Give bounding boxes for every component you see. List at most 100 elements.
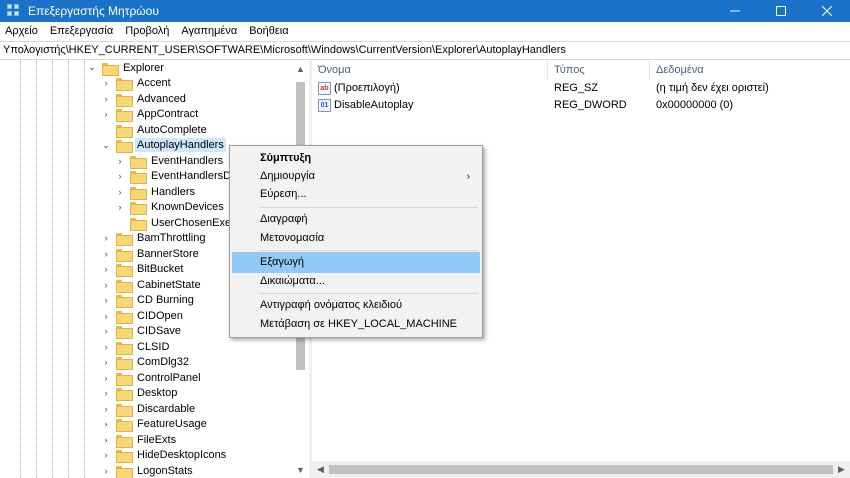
tree-item-bannerstore[interactable]: › BannerStore [101, 246, 201, 262]
menu-help[interactable]: Βοήθεια [243, 22, 294, 41]
tree-item-accent[interactable]: › Accent [101, 76, 173, 92]
chevron-right-icon[interactable]: › [101, 249, 111, 259]
close-button[interactable] [804, 0, 850, 22]
menu-item-label: Εύρεση... [260, 188, 307, 200]
maximize-button[interactable] [758, 0, 804, 22]
tree-item-bamthrottling[interactable]: › BamThrottling [101, 231, 207, 247]
tree-item-featureusage[interactable]: › FeatureUsage [101, 417, 209, 433]
value-row[interactable]: 01 DisableAutoplay REG_DWORD 0x00000000 … [312, 97, 850, 114]
tree-item-appcontract[interactable]: › AppContract [101, 107, 200, 123]
minimize-button[interactable] [712, 0, 758, 22]
window-title: Επεξεργαστής Μητρώου [28, 4, 159, 18]
chevron-down-icon[interactable]: ⌄ [87, 62, 97, 73]
tree-item-label: BannerStore [137, 247, 199, 260]
folder-icon [116, 387, 133, 402]
column-name-header[interactable]: Όνομα [312, 60, 548, 80]
chevron-right-icon[interactable]: › [101, 280, 111, 290]
chevron-right-icon[interactable]: › [101, 342, 111, 352]
chevron-right-icon[interactable]: › [101, 78, 111, 88]
column-type-header[interactable]: Τύπος [548, 60, 650, 80]
chevron-right-icon[interactable]: › [115, 171, 125, 181]
list-scroll-thumb[interactable] [329, 465, 833, 474]
tree-item-autocomplete[interactable]: AutoComplete [101, 122, 209, 138]
chevron-right-icon[interactable]: › [101, 233, 111, 243]
folder-icon [116, 341, 133, 355]
menu-item-find[interactable]: Εύρεση... [232, 184, 480, 205]
menu-file[interactable]: Αρχείο [0, 22, 44, 41]
chevron-right-icon[interactable]: › [101, 94, 111, 104]
menu-bar: Αρχείο Επεξεργασία Προβολή Αγαπημένα Βοή… [0, 22, 850, 41]
tree-item-controlpanel[interactable]: › ControlPanel [101, 370, 203, 386]
chevron-down-icon[interactable]: ⌄ [101, 140, 111, 150]
chevron-right-icon[interactable]: › [101, 404, 111, 414]
address-bar[interactable]: Υπολογιστής\HKEY_CURRENT_USER\SOFTWARE\M… [0, 41, 850, 60]
chevron-right-icon[interactable]: › [101, 357, 111, 367]
chevron-right-icon[interactable]: › [101, 419, 111, 429]
chevron-right-icon[interactable]: › [101, 295, 111, 305]
menu-edit[interactable]: Επεξεργασία [44, 22, 119, 41]
tree-item-clsid[interactable]: › CLSID [101, 339, 171, 355]
chevron-right-icon[interactable]: › [101, 450, 111, 460]
column-data-header[interactable]: Δεδομένα [650, 60, 850, 80]
tree-item-comdlg32[interactable]: › ComDlg32 [101, 355, 191, 371]
chevron-right-icon[interactable]: › [101, 109, 111, 119]
tree-item-handlers[interactable]: › Handlers [115, 184, 197, 200]
folder-icon [116, 403, 133, 417]
tree-item-cidopen[interactable]: › CIDOpen [101, 308, 185, 324]
menu-item-export[interactable]: Εξαγωγή [232, 252, 480, 273]
maximize-icon [776, 6, 786, 16]
chevron-right-icon[interactable]: › [115, 187, 125, 197]
menu-item-delete[interactable]: Διαγραφή [232, 209, 480, 230]
tree-item-cidsave[interactable]: › CIDSave [101, 324, 183, 340]
menu-view[interactable]: Προβολή [119, 22, 175, 41]
tree-item-cd-burning[interactable]: › CD Burning [101, 293, 196, 309]
chevron-right-icon[interactable]: › [101, 373, 111, 383]
folder-icon [102, 62, 119, 76]
chevron-right-icon[interactable]: › [115, 156, 125, 166]
folder-icon [116, 372, 133, 386]
folder-icon [116, 465, 133, 478]
scroll-right-icon[interactable]: ▶ [833, 461, 850, 478]
tree-guide-line [52, 60, 53, 478]
tree-item-label: Accent [137, 77, 171, 90]
tree-item-label: Desktop [137, 387, 178, 400]
tree-item-discardable[interactable]: › Discardable [101, 401, 197, 417]
chevron-right-icon[interactable]: › [115, 202, 125, 212]
chevron-right-icon[interactable]: › [101, 264, 111, 274]
folder-icon [116, 263, 133, 278]
tree-item-label: ComDlg32 [137, 356, 189, 369]
menu-favorites[interactable]: Αγαπημένα [175, 22, 243, 41]
tree-item-eventhandlers[interactable]: › EventHandlers [115, 153, 225, 169]
tree-item-advanced[interactable]: › Advanced [101, 91, 188, 107]
chevron-right-icon[interactable]: › [101, 388, 111, 398]
tree-item-label: FileExts [137, 433, 177, 446]
tree-item-label: Discardable [137, 402, 196, 415]
chevron-right-icon[interactable]: › [101, 466, 111, 476]
value-row[interactable]: ab (Προεπιλογή) REG_SZ (η τιμή δεν έχει … [312, 80, 850, 97]
tree-item-logonstats[interactable]: › LogonStats [101, 463, 195, 478]
scroll-up-icon[interactable]: ▲ [292, 60, 309, 77]
menu-item-copy-key-name[interactable]: Αντιγραφή ονόματος κλειδιού [232, 295, 480, 316]
scroll-left-icon[interactable]: ◀ [312, 461, 329, 478]
menu-item-goto-hklm[interactable]: Μετάβαση σε HKEY_LOCAL_MACHINE [232, 314, 480, 335]
tree-item-knowndevices[interactable]: › KnownDevices [115, 200, 226, 216]
chevron-right-icon[interactable]: › [101, 311, 111, 321]
menu-item-permissions[interactable]: Δικαιώματα... [232, 271, 480, 292]
folder-icon [116, 108, 133, 123]
tree-item-autoplayhandlers[interactable]: ⌄ AutoplayHandlers [101, 138, 226, 154]
chevron-right-icon[interactable]: › [101, 435, 111, 445]
scroll-down-icon[interactable]: ▼ [292, 461, 309, 478]
tree-item-explorer[interactable]: ⌄ Explorer [87, 60, 166, 76]
tree-item-label: LogonStats [137, 464, 193, 477]
tree-item-bitbucket[interactable]: › BitBucket [101, 262, 185, 278]
tree-item-fileexts[interactable]: › FileExts [101, 432, 178, 448]
menu-item-rename[interactable]: Μετονομασία [232, 228, 480, 249]
tree-item-userchosenexecut[interactable]: UserChosenExecut [115, 215, 248, 231]
chevron-right-icon[interactable]: › [101, 326, 111, 336]
folder-icon [130, 155, 147, 169]
tree-item-hidedesktopicons[interactable]: › HideDesktopIcons [101, 448, 228, 464]
value-type: REG_SZ [554, 82, 599, 94]
tree-item-desktop[interactable]: › Desktop [101, 386, 179, 402]
tree-item-cabinetstate[interactable]: › CabinetState [101, 277, 203, 293]
list-horizontal-scrollbar[interactable]: ◀ ▶ [312, 461, 850, 478]
